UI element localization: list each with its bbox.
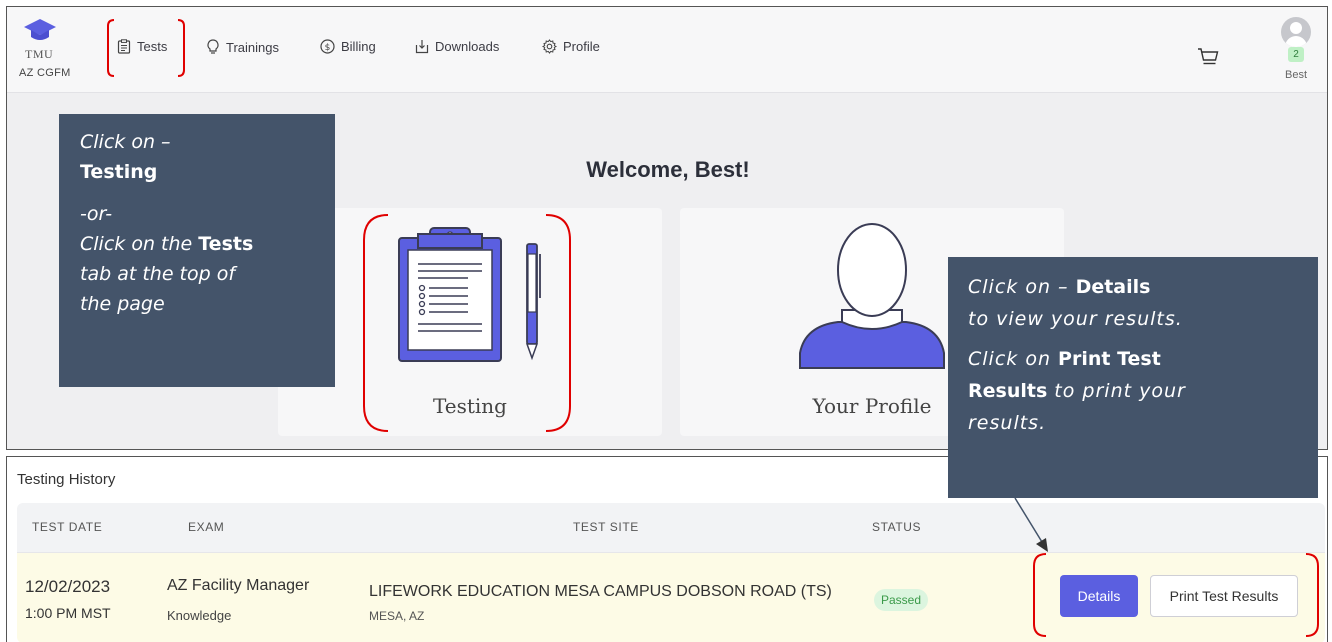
- test-date: 12/02/2023: [25, 577, 111, 596]
- exam-name: AZ Facility Manager: [167, 577, 310, 594]
- test-site-location: MESA, AZ: [369, 609, 425, 623]
- callout-line: Results to print your: [968, 380, 1186, 402]
- status-badge: Passed: [874, 589, 929, 611]
- clipboard-pen-icon: [398, 227, 541, 362]
- nav-tests-label: Tests: [137, 39, 168, 54]
- nav-profile-label: Profile: [563, 39, 600, 54]
- lightbulb-icon: [207, 39, 219, 54]
- test-time: 1:00 PM MST: [25, 605, 111, 621]
- nav-downloads[interactable]: Downloads: [415, 39, 499, 54]
- callout-line: Click on – Details: [968, 276, 1151, 298]
- table-header: TEST DATE EXAM TEST SITE STATUS: [17, 503, 1325, 553]
- gear-icon: [542, 39, 557, 54]
- cart-icon[interactable]: [1197, 47, 1219, 67]
- exam-type: Knowledge: [167, 608, 232, 623]
- column-header-test-site: TEST SITE: [573, 520, 639, 534]
- table-row: 12/02/2023 1:00 PM MST AZ Facility Manag…: [17, 553, 1325, 642]
- nav-trainings[interactable]: Trainings: [206, 39, 279, 55]
- callout-line: Click on the Tests: [80, 233, 254, 255]
- graduation-cap-icon: [24, 19, 56, 40]
- testing-history-title: Testing History: [17, 471, 116, 488]
- nav-billing[interactable]: $ Billing: [320, 39, 376, 54]
- callout-line: -or-: [80, 203, 113, 225]
- nav-profile[interactable]: Profile: [542, 39, 600, 54]
- callout-line: Click on –: [80, 131, 171, 153]
- instruction-callout-testing: Click on – Testing -or- Click on the Tes…: [59, 114, 335, 387]
- print-test-results-button[interactable]: Print Test Results: [1150, 575, 1298, 617]
- callout-line: tab at the top of: [80, 263, 236, 285]
- svg-text:$: $: [325, 43, 331, 53]
- avatar: [1281, 17, 1311, 47]
- details-button[interactable]: Details: [1060, 575, 1138, 617]
- callout-line: to view your results.: [968, 308, 1183, 330]
- dollar-icon: $: [320, 39, 335, 54]
- testing-card[interactable]: Testing: [278, 208, 662, 436]
- column-header-test-date: TEST DATE: [32, 520, 103, 534]
- callout-line: Click on Print Test: [968, 348, 1161, 370]
- logo-name: TMU: [25, 47, 54, 61]
- nav-billing-label: Billing: [341, 39, 376, 54]
- nav-downloads-label: Downloads: [435, 39, 500, 54]
- instruction-callout-results: Click on – Details to view your results.…: [948, 257, 1318, 498]
- column-header-status: STATUS: [872, 520, 922, 534]
- callout-line: Testing: [80, 161, 158, 183]
- clipboard-icon: [117, 39, 131, 54]
- logo-subtitle: AZ CGFM: [19, 67, 71, 79]
- user-menu[interactable]: 2 Best: [1276, 17, 1320, 87]
- top-navbar: TMU AZ CGFM Tests Trainings $ Billing Do…: [7, 7, 1327, 93]
- callout-line: the page: [80, 293, 165, 315]
- user-name: Best: [1285, 69, 1308, 81]
- test-site-name: LIFEWORK EDUCATION MESA CAMPUS DOBSON RO…: [369, 583, 832, 600]
- nav-trainings-label: Trainings: [226, 39, 279, 55]
- testing-history-table: TEST DATE EXAM TEST SITE STATUS 12/02/20…: [17, 503, 1325, 642]
- testing-card-label: Testing: [432, 394, 507, 418]
- notification-badge: 2: [1288, 47, 1304, 62]
- download-icon: [415, 40, 429, 54]
- callout-line: results.: [968, 412, 1047, 434]
- column-header-exam: EXAM: [188, 520, 225, 534]
- nav-tests[interactable]: Tests: [117, 39, 167, 54]
